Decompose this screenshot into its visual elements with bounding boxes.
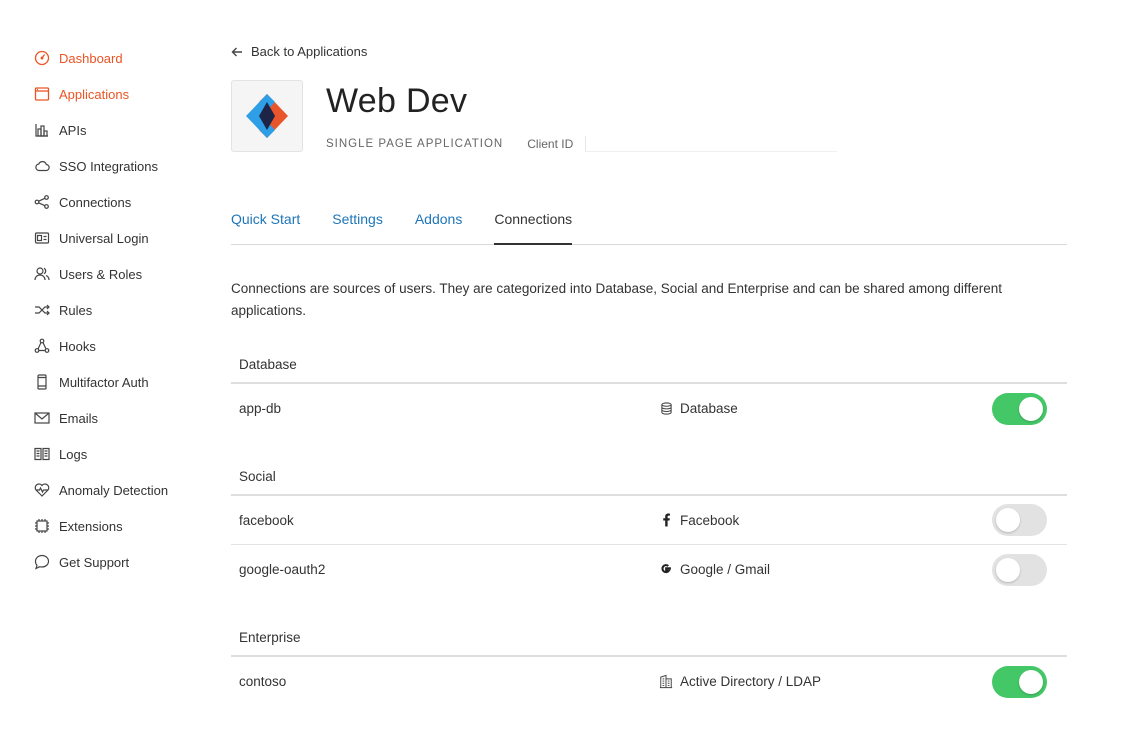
sidebar-item-label: Emails bbox=[59, 410, 99, 426]
sidebar-item-label: Get Support bbox=[59, 554, 130, 570]
connection-toggle-contoso[interactable] bbox=[992, 665, 1047, 698]
tabs: Quick Start Settings Addons Connections bbox=[231, 208, 1067, 245]
connection-type-label: Active Directory / LDAP bbox=[680, 674, 822, 689]
sidebar-item-get-support[interactable]: Get Support bbox=[33, 544, 213, 580]
phone-icon bbox=[33, 373, 51, 391]
sidebar-item-label: SSO Integrations bbox=[59, 158, 158, 174]
sidebar-item-hooks[interactable]: Hooks bbox=[33, 328, 213, 364]
sidebar-item-label: Connections bbox=[59, 194, 132, 210]
sidebar-item-label: Users & Roles bbox=[59, 266, 143, 282]
chip-icon bbox=[33, 517, 51, 535]
sidebar-item-label: Extensions bbox=[59, 518, 123, 534]
connection-toggle-facebook[interactable] bbox=[992, 504, 1047, 536]
connection-toggle-google-oauth2[interactable] bbox=[992, 553, 1047, 586]
hooks-icon bbox=[33, 337, 51, 355]
connection-type: Facebook bbox=[659, 513, 739, 528]
sidebar-item-dashboard[interactable]: Dashboard bbox=[33, 40, 213, 76]
connection-name: facebook bbox=[239, 512, 294, 528]
app-title: Web Dev bbox=[326, 82, 468, 120]
sidebar-item-label: APIs bbox=[59, 122, 87, 138]
connection-row: contoso Active Directory / LDAP bbox=[231, 657, 1067, 706]
tab-quick-start[interactable]: Quick Start bbox=[231, 208, 300, 245]
sidebar-item-extensions[interactable]: Extensions bbox=[33, 508, 213, 544]
sidebar-item-label: Multifactor Auth bbox=[59, 374, 149, 390]
app-type: SINGLE PAGE APPLICATION bbox=[326, 138, 504, 150]
sidebar: Dashboard Applications APIs SSO Integrat… bbox=[33, 40, 213, 580]
group-header: Social bbox=[231, 459, 1067, 496]
back-to-applications-link[interactable]: Back to Applications bbox=[231, 44, 367, 59]
group-header: Enterprise bbox=[231, 620, 1067, 657]
universal-login-icon bbox=[33, 229, 51, 247]
users-icon bbox=[33, 265, 51, 283]
sidebar-item-connections[interactable]: Connections bbox=[33, 184, 213, 220]
app-logo bbox=[231, 80, 303, 152]
connections-icon bbox=[33, 193, 51, 211]
group-header: Database bbox=[231, 347, 1067, 384]
connection-row: google-oauth2 Google / Gmail bbox=[231, 545, 1067, 594]
tab-settings[interactable]: Settings bbox=[332, 208, 383, 245]
facebook-icon bbox=[659, 513, 673, 527]
cloud-icon bbox=[33, 157, 51, 175]
connection-toggle-app-db[interactable] bbox=[992, 392, 1047, 425]
sidebar-item-emails[interactable]: Emails bbox=[33, 400, 213, 436]
connection-name: contoso bbox=[239, 674, 287, 689]
connections-description: Connections are sources of users. They a… bbox=[231, 281, 1002, 318]
toggle-knob bbox=[996, 508, 1020, 532]
connection-type-label: Google / Gmail bbox=[680, 562, 771, 577]
sidebar-item-label: Rules bbox=[59, 302, 93, 318]
sidebar-item-label: Dashboard bbox=[59, 50, 123, 66]
connection-type: Database bbox=[659, 401, 738, 416]
arrow-left-icon bbox=[231, 47, 242, 56]
sidebar-item-label: Anomaly Detection bbox=[59, 482, 169, 498]
connection-group-social: Social facebook Facebook google-oauth2 G… bbox=[231, 459, 1067, 594]
connection-row: facebook Facebook bbox=[231, 496, 1067, 545]
building-icon bbox=[659, 674, 673, 689]
google-icon bbox=[659, 563, 673, 577]
sidebar-item-rules[interactable]: Rules bbox=[33, 292, 213, 328]
applications-icon bbox=[33, 85, 51, 103]
mail-icon bbox=[33, 409, 51, 427]
sidebar-item-anomaly-detection[interactable]: Anomaly Detection bbox=[33, 472, 213, 508]
sidebar-item-label: Hooks bbox=[59, 338, 96, 354]
sidebar-item-sso-integrations[interactable]: SSO Integrations bbox=[33, 148, 213, 184]
rules-icon bbox=[33, 301, 51, 319]
spa-logo-icon bbox=[246, 94, 288, 138]
database-icon bbox=[659, 402, 673, 416]
connection-type: Google / Gmail bbox=[659, 562, 770, 577]
client-id-field[interactable] bbox=[585, 136, 838, 152]
logs-icon bbox=[33, 445, 51, 463]
toggle-knob bbox=[1019, 396, 1043, 421]
app-meta: SINGLE PAGE APPLICATION Client ID bbox=[326, 136, 838, 152]
toggle-knob bbox=[1019, 669, 1043, 694]
connection-group-database: Database app-db Database bbox=[231, 347, 1067, 433]
tab-connections[interactable]: Connections bbox=[494, 208, 573, 245]
chat-bubble-icon bbox=[33, 553, 51, 571]
client-id-label: Client ID bbox=[527, 137, 574, 151]
tab-addons[interactable]: Addons bbox=[415, 208, 462, 245]
sidebar-item-apis[interactable]: APIs bbox=[33, 112, 213, 148]
toggle-knob bbox=[996, 557, 1020, 582]
sidebar-item-multifactor-auth[interactable]: Multifactor Auth bbox=[33, 364, 213, 400]
connection-type: Active Directory / LDAP bbox=[659, 674, 821, 689]
sidebar-item-users-roles[interactable]: Users & Roles bbox=[33, 256, 213, 292]
apis-icon bbox=[33, 121, 51, 139]
connection-name: app-db bbox=[239, 401, 282, 416]
back-link-label: Back to Applications bbox=[251, 44, 368, 59]
sidebar-item-logs[interactable]: Logs bbox=[33, 436, 213, 472]
sidebar-item-label: Applications bbox=[59, 86, 130, 102]
connection-group-enterprise: Enterprise contoso Active Directory / LD… bbox=[231, 620, 1067, 706]
sidebar-item-universal-login[interactable]: Universal Login bbox=[33, 220, 213, 256]
dashboard-icon bbox=[33, 49, 51, 67]
connection-type-label: Database bbox=[680, 401, 738, 416]
heart-pulse-icon bbox=[33, 481, 51, 499]
connection-type-label: Facebook bbox=[680, 512, 740, 528]
sidebar-item-label: Universal Login bbox=[59, 230, 149, 246]
connection-row: app-db Database bbox=[231, 384, 1067, 433]
connection-name: google-oauth2 bbox=[239, 562, 326, 577]
sidebar-item-label: Logs bbox=[59, 446, 88, 462]
sidebar-item-applications[interactable]: Applications bbox=[33, 76, 213, 112]
